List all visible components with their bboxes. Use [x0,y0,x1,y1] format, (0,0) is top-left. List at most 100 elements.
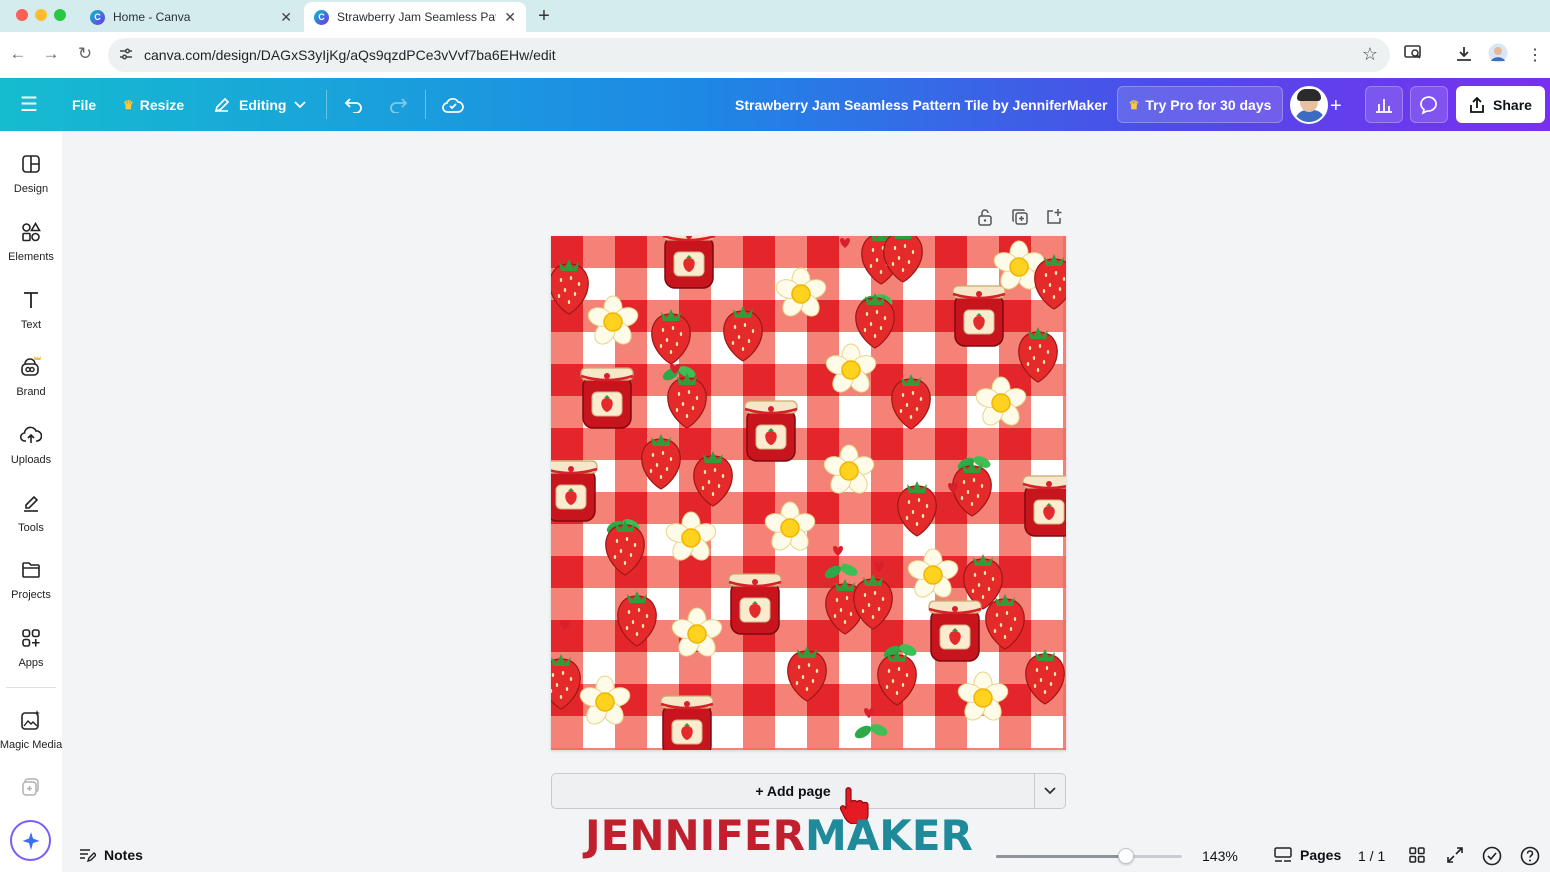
file-menu-button[interactable]: File [72,78,96,131]
crown-icon: ♛ [123,97,134,112]
strawberry-jam-pattern-artwork [551,236,1066,750]
page-count: 1 / 1 [1358,848,1386,864]
sidebar-item-projects[interactable]: Projects [0,557,62,621]
share-button[interactable]: Share [1456,86,1545,123]
uploads-icon [20,422,42,448]
browser-tab-bar: C Home - Canva ✕ C Strawberry Jam Seamle… [0,0,1550,32]
url-field[interactable]: canva.com/design/DAGxS3yIjKg/aQs9qzdPCe3… [108,38,1390,72]
text-icon [21,287,41,313]
tools-icon [21,490,41,516]
editing-mode-button[interactable]: Editing [213,78,307,131]
more-apps-icon[interactable] [21,777,41,802]
sidebar-item-label: Brand [16,386,46,398]
duplicate-page-icon[interactable] [1011,208,1029,231]
sidebar-item-label: Apps [18,657,44,669]
share-label: Share [1493,96,1532,113]
sidebar-item-design[interactable]: Design [0,151,62,215]
add-collaborator-icon[interactable]: + [1330,95,1342,118]
download-icon[interactable] [1455,45,1473,68]
close-tab-icon[interactable]: ✕ [504,9,516,26]
document-title[interactable]: Strawberry Jam Seamless Pattern Tile by … [735,78,1107,131]
new-tab-icon[interactable]: + [535,5,553,28]
zoom-slider[interactable] [996,848,1182,864]
sidebar-item-label: Uploads [10,454,52,466]
add-page-options-button[interactable] [1034,773,1066,809]
reload-icon[interactable]: ↻ [75,44,95,64]
check-status-icon[interactable] [1482,846,1502,871]
tab-title: Strawberry Jam Seamless Pat [337,10,497,24]
apps-icon [21,625,41,651]
projects-icon [21,557,41,583]
tab-title: Home - Canva [113,10,191,24]
pencil-icon [213,96,231,114]
grid-view-icon[interactable] [1408,846,1426,869]
sidebar-item-label: Elements [8,251,54,263]
zoom-slider-fill [996,855,1127,858]
pages-label: Pages [1300,847,1342,863]
sidebar-item-magic-media[interactable]: Magic Media [0,707,62,771]
brand-icon [18,354,44,380]
sidebar-item-label: Projects [11,589,51,601]
editor-footer: Notes 143% Pages 1 / 1 [62,840,1550,872]
back-icon[interactable]: ← [8,44,28,64]
maximize-window-button[interactable] [54,9,66,21]
magic-media-icon [20,707,42,733]
browser-tab-home[interactable]: C Home - Canva ✕ [80,2,302,32]
browser-menu-icon[interactable]: ⋮ [1527,45,1543,65]
crown-icon: ♛ [1128,97,1140,112]
undo-icon[interactable] [344,78,364,131]
left-sidebar: Design Elements Text Brand Uploads Tools [0,131,62,872]
sidebar-item-label: Text [20,319,42,331]
profile-avatar-icon[interactable] [1488,43,1508,68]
zoom-slider-handle[interactable] [1118,848,1135,864]
cloud-saved-icon[interactable] [442,78,464,131]
pages-button[interactable]: Pages [1274,847,1341,863]
pages-icon [1274,847,1292,863]
close-tab-icon[interactable]: ✕ [280,9,292,26]
browser-tab-design[interactable]: C Strawberry Jam Seamless Pat ✕ [304,2,526,32]
resize-button[interactable]: ♛ Resize [123,78,184,131]
lock-page-icon[interactable] [977,208,993,231]
redo-icon[interactable] [388,78,408,131]
close-window-button[interactable] [16,9,28,21]
zoom-level[interactable]: 143% [1202,848,1238,864]
notes-label: Notes [104,847,143,863]
url-text: canva.com/design/DAGxS3yIjKg/aQs9qzdPCe3… [144,47,556,63]
main-menu-icon[interactable]: ☰ [20,78,38,131]
insights-chart-icon[interactable] [1365,86,1403,123]
header-divider [326,90,327,119]
sidebar-item-label: Magic Media [0,739,63,751]
editing-label: Editing [239,96,287,113]
site-settings-icon[interactable] [118,46,134,65]
sidebar-item-text[interactable]: Text [0,287,62,351]
chevron-down-icon [1044,787,1056,795]
fullscreen-icon[interactable] [1446,846,1464,869]
forward-icon[interactable]: → [41,44,61,64]
notes-button[interactable]: Notes [78,847,143,863]
comments-icon[interactable] [1410,86,1448,123]
bookmark-star-icon[interactable]: ☆ [1362,44,1378,65]
sidebar-item-label: Design [13,183,49,195]
sidebar-item-apps[interactable]: Apps [0,625,62,689]
notes-icon [78,847,96,863]
help-icon[interactable] [1520,846,1540,871]
browser-address-bar: ← → ↻ canva.com/design/DAGxS3yIjKg/aQs9q… [0,32,1550,78]
sidebar-item-label: Tools [18,522,44,534]
elements-icon [21,219,41,245]
try-pro-button[interactable]: ♛ Try Pro for 30 days [1117,86,1283,123]
canva-favicon-icon: C [314,9,329,25]
minimize-window-button[interactable] [35,9,47,21]
canva-assistant-button[interactable] [10,820,51,861]
sidebar-item-uploads[interactable]: Uploads [0,422,62,486]
add-page-icon[interactable] [1045,208,1063,231]
sidebar-item-brand[interactable]: Brand [0,354,62,418]
design-page-canvas[interactable] [551,236,1066,750]
sidebar-item-tools[interactable]: Tools [0,490,62,554]
sidebar-item-elements[interactable]: Elements [0,219,62,283]
add-page-button[interactable]: + Add page [551,773,1035,809]
chevron-down-icon [294,100,307,109]
user-avatar[interactable] [1290,86,1328,124]
resize-label: Resize [139,96,185,113]
share-upload-icon [1469,96,1485,114]
cast-search-icon[interactable] [1404,45,1422,66]
